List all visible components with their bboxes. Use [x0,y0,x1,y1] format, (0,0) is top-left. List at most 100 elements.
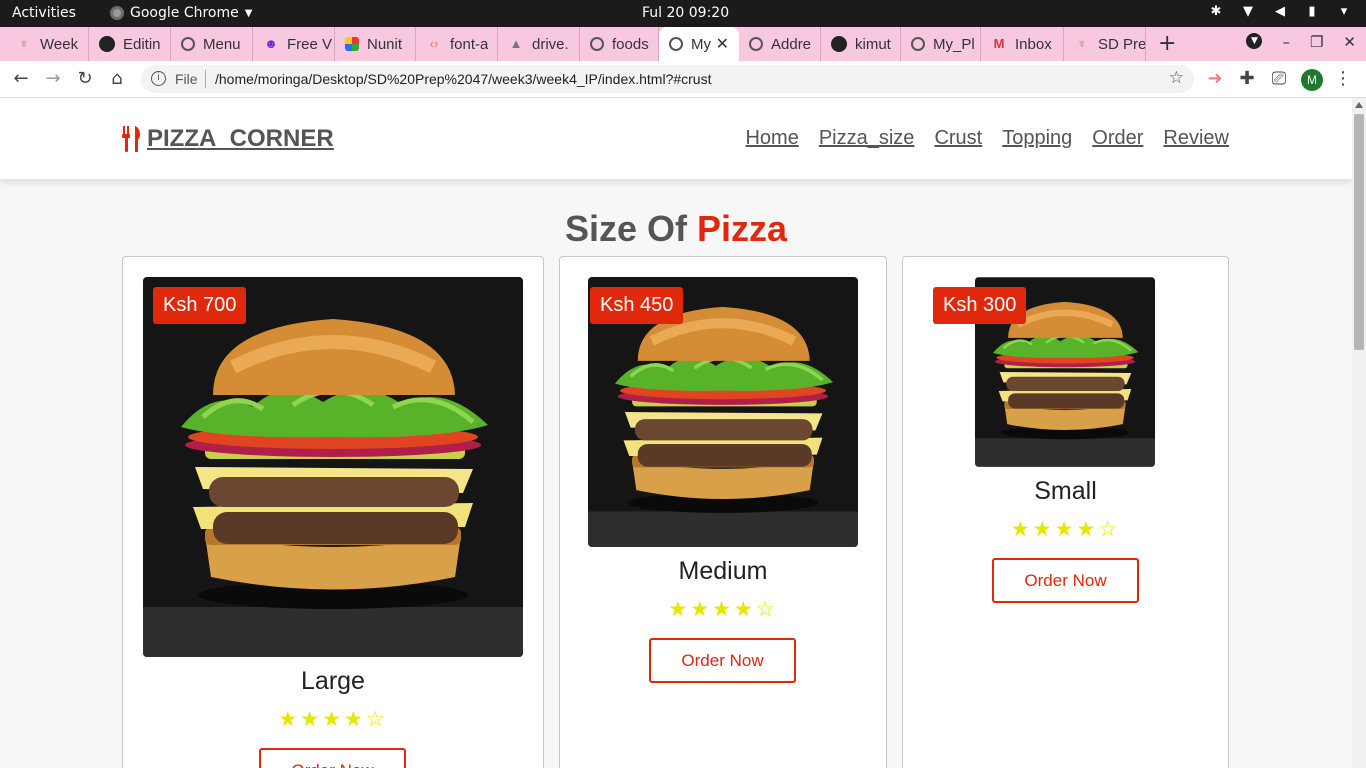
order-now-button[interactable]: Order Now [259,748,406,768]
browser-toolbar: ← → ↻ ⌂ i File /home/moringa/Desktop/SD%… [0,61,1366,98]
reload-icon[interactable]: ↻ [74,68,96,90]
forward-icon[interactable]: → [42,68,64,90]
new-tab-button[interactable]: + [1158,31,1176,56]
globe-icon [911,37,925,51]
tab-search-icon[interactable]: ▼ [1246,33,1263,49]
star-filled-icon: ★ [343,707,366,731]
star-rating: ★★★★☆ [903,517,1228,541]
globe-icon [749,37,763,51]
star-rating: ★★★★☆ [123,707,543,731]
size-name: Medium [678,557,768,585]
tab-free[interactable]: ☻ Free V [253,27,335,61]
star-filled-icon: ★ [322,707,344,731]
mask-icon: ☻ [264,36,278,51]
tab-label: Nunit [367,35,403,53]
globe-icon [590,37,604,51]
minimize-icon[interactable]: – [1282,33,1290,51]
nav-pizza-size[interactable]: Pizza_size [819,127,915,150]
tab-label: SD Pre [1098,35,1145,53]
price-badge: Ksh 300 [933,287,1027,324]
profile-avatar[interactable]: M [1301,69,1323,91]
close-tab-icon[interactable]: ✕ [716,34,729,54]
slack-icon[interactable]: ✱ [1208,4,1224,20]
app-menu[interactable]: Google Chrome ▼ [110,5,252,21]
tab-editing[interactable]: Editin [89,27,171,61]
puzzle-icon[interactable]: ✚ [1236,68,1258,90]
plant-icon: ♆ [1077,36,1087,51]
burger-picture [143,277,523,657]
tab-label: My [691,35,711,53]
cast-icon[interactable]: ⎚ [1268,68,1290,90]
order-now-button[interactable]: Order Now [649,638,796,683]
tab-my-active[interactable]: My ✕ [659,27,739,61]
tab-foods[interactable]: foods [580,27,659,61]
tab-strip: ♆ Week Editin Menu ☻ Free V Nunit ‹› font-a… [0,27,1366,61]
bookmark-star-icon[interactable]: ☆ [1169,68,1184,88]
globe-icon [669,37,683,51]
pizza-card-large: Ksh 700 Large ★★★★☆ Order Now [122,256,544,768]
url-text[interactable]: /home/moringa/Desktop/SD%20Prep%2047/wee… [215,71,712,87]
tab-label: foods [612,35,649,53]
tab-sd-prep[interactable]: ♆ SD Pre [1064,27,1146,61]
star-empty-icon: ☆ [755,597,778,621]
file-scheme-label: File [175,71,198,87]
plant-icon: ♆ [19,36,29,51]
extension-arrow-icon[interactable]: ➜ [1204,68,1226,90]
maximize-icon[interactable]: ❐ [1310,33,1323,51]
tab-drive[interactable]: ▲ drive. [498,27,580,61]
section-title-accent: Pizza [696,208,788,249]
tab-label: My_Pl [933,35,975,53]
activities-button[interactable]: Activities [12,5,76,21]
info-icon[interactable]: i [151,71,166,86]
wifi-icon[interactable]: ▼ [1240,4,1256,20]
github-icon [99,36,115,52]
nav-order[interactable]: Order [1092,127,1143,150]
tab-label: font-a [450,35,489,53]
window-controls: ▼ – ❐ ✕ [1246,33,1356,51]
tab-nunit[interactable]: Nunit [335,27,416,61]
star-filled-icon: ★ [1010,517,1033,541]
site-header: PIZZA_CORNER Home Pizza_size Crust Toppi… [0,98,1352,179]
scrollbar-thumb[interactable] [1354,114,1364,350]
tab-label: Addre [771,35,812,53]
tab-week[interactable]: ♆ Week [6,27,89,61]
site-logo[interactable]: PIZZA_CORNER [121,125,334,153]
pizza-card-small: Ksh 300 Small ★★★★☆ Order Now [902,256,1229,768]
back-icon[interactable]: ← [10,68,32,90]
tab-font[interactable]: ‹› font-a [416,27,498,61]
menu-kebab-icon[interactable]: ⋮ [1332,68,1354,90]
page-scrollbar[interactable] [1352,98,1366,768]
home-icon[interactable]: ⌂ [106,68,128,90]
nav-topping[interactable]: Topping [1002,127,1072,150]
star-empty-icon: ☆ [1098,517,1121,541]
tab-kimut[interactable]: kimut [821,27,901,61]
order-now-button[interactable]: Order Now [992,558,1139,603]
tab-address[interactable]: Addre [739,27,821,61]
address-bar[interactable]: i File /home/moringa/Desktop/SD%20Prep%2… [141,65,1194,93]
drive-icon: ▲ [509,36,523,51]
system-tray[interactable]: ✱ ▼ ◀ ▮ ▾ [1208,4,1352,20]
star-filled-icon: ★ [1032,517,1055,541]
star-filled-icon: ★ [712,597,734,621]
clock[interactable]: Ful 20 09:20 [642,5,729,21]
price-badge: Ksh 450 [590,287,684,324]
star-filled-icon: ★ [1076,517,1099,541]
tab-label: Menu [203,35,241,53]
battery-icon[interactable]: ▮ [1304,4,1320,20]
chrome-icon [110,6,124,20]
utensils-icon [122,126,140,152]
nav-crust[interactable]: Crust [934,127,982,150]
star-filled-icon: ★ [668,597,691,621]
tab-menu[interactable]: Menu [171,27,253,61]
tab-my-pl[interactable]: My_Pl [901,27,981,61]
nav-home[interactable]: Home [745,127,798,150]
tab-label: Editin [123,35,161,53]
close-window-icon[interactable]: ✕ [1343,33,1356,51]
tab-inbox[interactable]: M Inbox [981,27,1064,61]
volume-icon[interactable]: ◀ [1272,4,1288,20]
system-top-bar: Activities Google Chrome ▼ Ful 20 09:20 … [0,0,1366,27]
power-menu-caret-icon[interactable]: ▾ [1336,4,1352,20]
nav-review[interactable]: Review [1163,127,1229,150]
scroll-up-arrow-icon[interactable] [1355,102,1363,108]
page-viewport: PIZZA_CORNER Home Pizza_size Crust Toppi… [0,98,1352,768]
